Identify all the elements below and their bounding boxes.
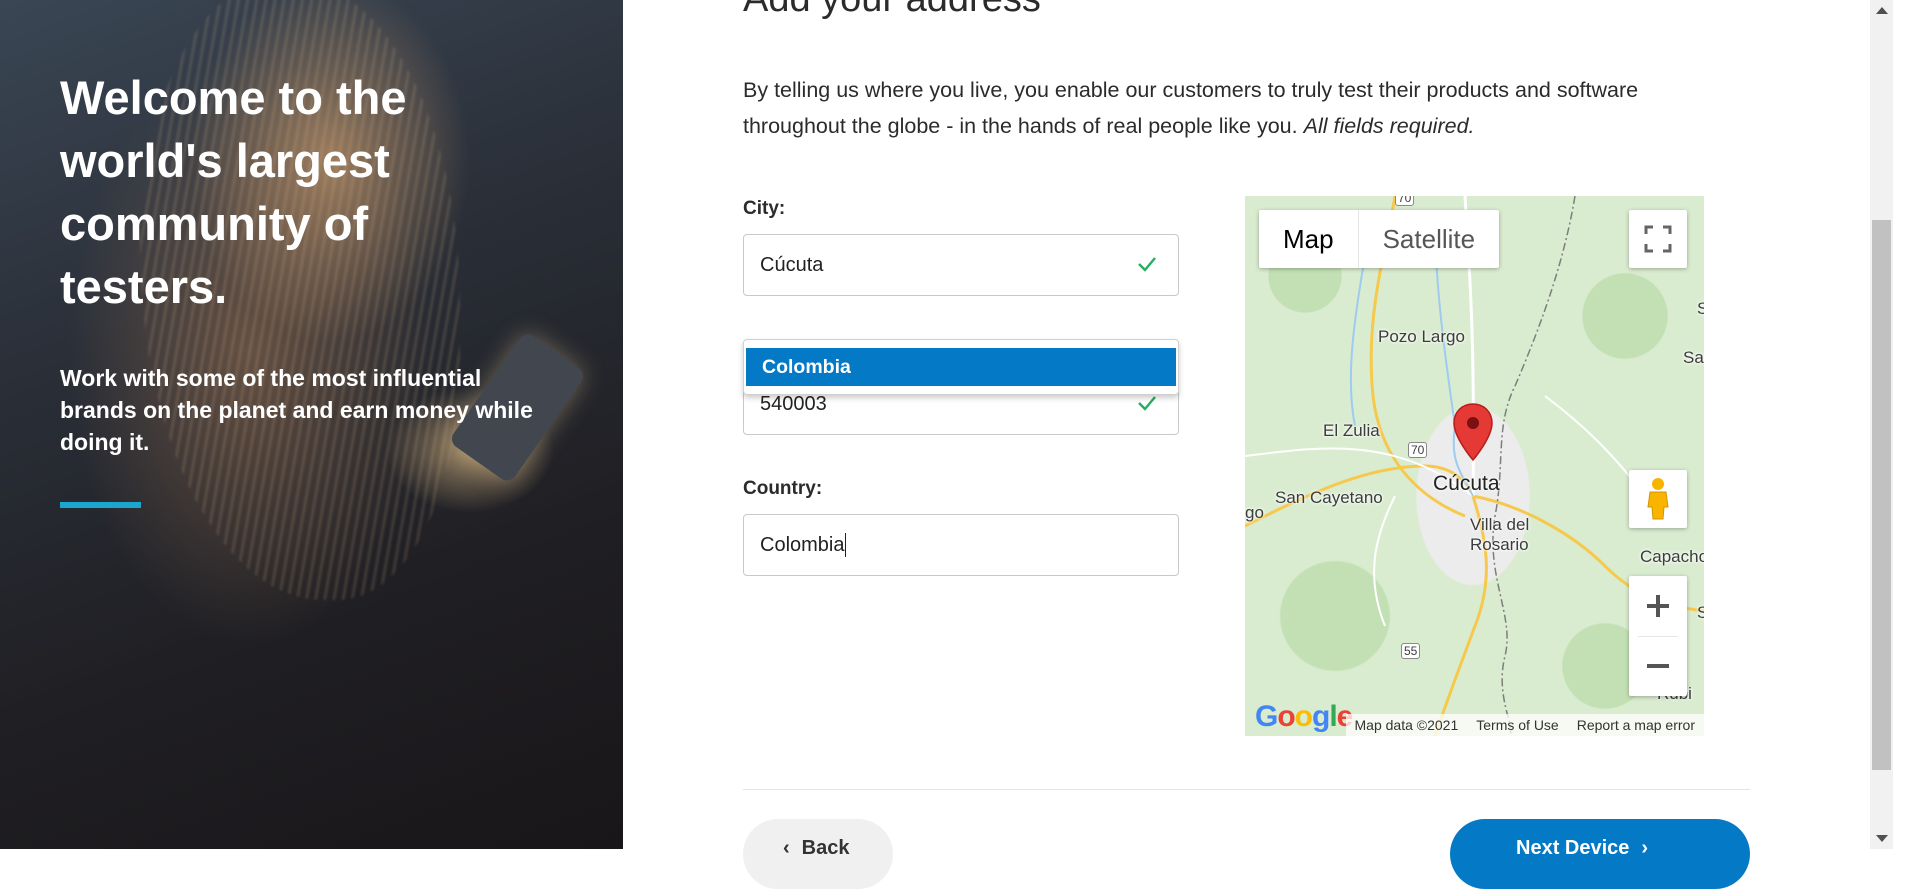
scroll-down-arrow[interactable] xyxy=(1876,835,1888,842)
map[interactable]: Pozo Largo El Zulia San Cayetano go Cúcu… xyxy=(1245,196,1704,736)
map-label-s2: S xyxy=(1697,603,1704,622)
scroll-thumb[interactable] xyxy=(1872,220,1891,770)
map-label-el-zulia: El Zulia xyxy=(1323,421,1380,440)
map-label-san-cayetano: San Cayetano xyxy=(1275,488,1383,507)
page-title: Add your address xyxy=(743,0,1041,21)
route-70-shield: 70 xyxy=(1408,442,1428,458)
location-pin-icon[interactable] xyxy=(1452,402,1494,462)
country-value: Colombia xyxy=(760,533,845,556)
street-view-button[interactable] xyxy=(1629,470,1687,528)
fullscreen-icon xyxy=(1644,225,1672,253)
google-logo: Google xyxy=(1255,700,1353,733)
country-input[interactable]: Colombia xyxy=(743,514,1179,576)
next-device-button[interactable]: Next Device › xyxy=(1450,819,1750,889)
page-scrollbar[interactable] xyxy=(1870,0,1893,849)
map-label-capacho: Capacho Vie xyxy=(1640,547,1704,566)
map-type-control: Map Satellite xyxy=(1259,210,1500,268)
intro-text: By telling us where you live, you enable… xyxy=(743,72,1743,144)
country-suggestions: Colombia xyxy=(743,339,1179,395)
map-label-villa-del: Villa del xyxy=(1470,515,1530,534)
map-footer: Map data ©2021 Terms of Use Report a map… xyxy=(1345,714,1704,736)
form-divider xyxy=(743,789,1750,790)
plus-icon xyxy=(1647,595,1669,617)
map-data-attribution: Map data ©2021 xyxy=(1354,717,1459,733)
zoom-out-button[interactable] xyxy=(1629,636,1687,696)
zoom-in-button[interactable] xyxy=(1629,576,1687,636)
intro-body: By telling us where you live, you enable… xyxy=(743,78,1639,138)
map-type-map-button[interactable]: Map xyxy=(1259,210,1358,268)
hero-panel: Welcome to the world's largest community… xyxy=(0,0,623,849)
check-icon xyxy=(1138,396,1156,411)
route-55-shield: 55 xyxy=(1401,643,1421,659)
map-label-s1: S xyxy=(1697,299,1704,318)
map-label-rosario: Rosario xyxy=(1470,535,1529,554)
minus-icon xyxy=(1647,664,1669,668)
text-caret xyxy=(845,533,847,557)
check-icon xyxy=(1138,257,1156,272)
city-input[interactable]: Cúcuta xyxy=(743,234,1179,296)
fullscreen-button[interactable] xyxy=(1629,210,1687,268)
back-button[interactable]: ‹ Back xyxy=(743,819,893,889)
map-label-cucuta: Cúcuta xyxy=(1433,472,1500,495)
map-label-pozo-largo: Pozo Largo xyxy=(1378,327,1465,346)
hero-title: Welcome to the world's largest community… xyxy=(60,71,407,313)
hero-subtitle: Work with some of the most influential b… xyxy=(60,365,533,455)
terms-of-use-link[interactable]: Terms of Use xyxy=(1467,714,1567,736)
pegman-icon xyxy=(1647,478,1669,520)
country-suggestion-item[interactable]: Colombia xyxy=(746,348,1176,386)
route-70-shield: 70 xyxy=(1395,196,1415,206)
country-label: Country: xyxy=(743,478,823,499)
map-label-san: San xyxy=(1683,348,1704,367)
hero-accent-bar xyxy=(60,502,141,508)
postal-code-value: 540003 xyxy=(760,392,827,415)
scroll-up-arrow[interactable] xyxy=(1876,7,1888,14)
map-type-satellite-button[interactable]: Satellite xyxy=(1357,210,1500,268)
map-label-go: go xyxy=(1245,503,1264,522)
report-map-error-link[interactable]: Report a map error xyxy=(1568,714,1704,736)
city-label: City: xyxy=(743,198,786,219)
zoom-control xyxy=(1629,576,1687,696)
city-value: Cúcuta xyxy=(760,253,824,276)
intro-required-note: All fields required. xyxy=(1303,114,1475,138)
